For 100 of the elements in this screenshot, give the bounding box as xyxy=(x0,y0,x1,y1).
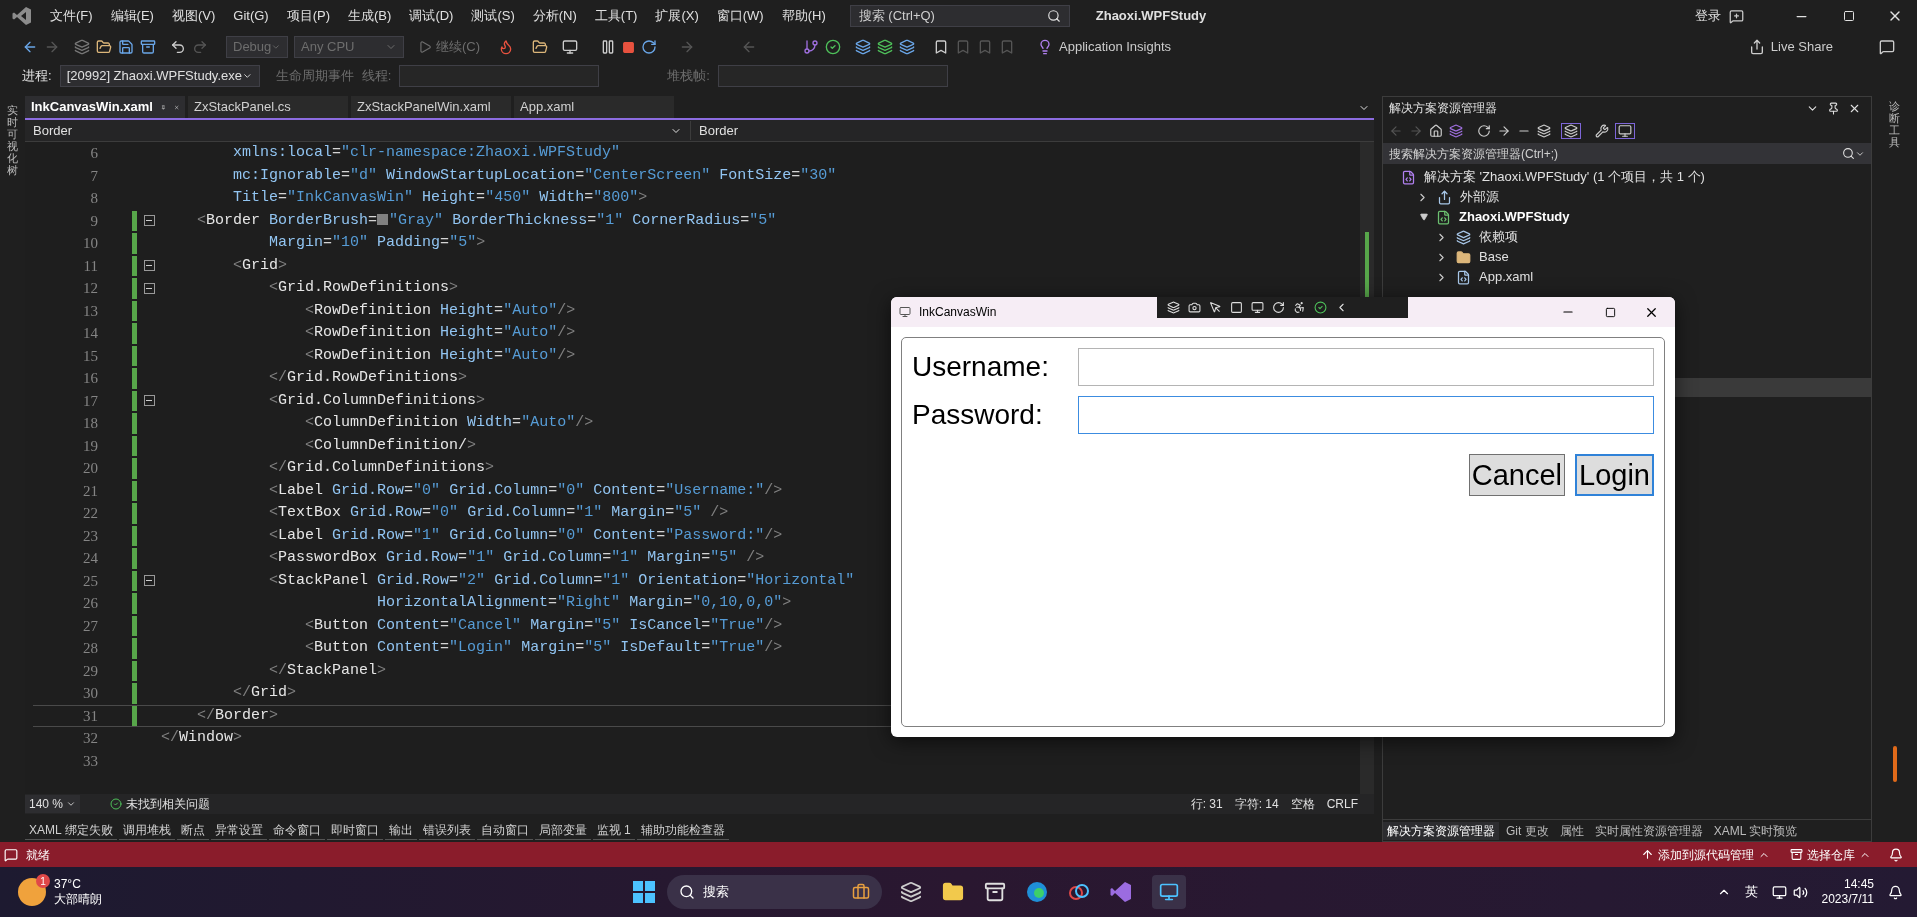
menu-item[interactable]: 调试(D) xyxy=(401,6,462,26)
tool-window-tab[interactable]: XAML 绑定失败 xyxy=(25,820,117,840)
feedback-icon[interactable] xyxy=(1879,39,1895,55)
indent-indicator[interactable]: 空格 xyxy=(1290,795,1315,813)
pin-icon[interactable] xyxy=(1827,101,1840,115)
preview-selected-toggle[interactable] xyxy=(1615,123,1635,139)
camera-icon[interactable] xyxy=(1188,301,1201,314)
input-field[interactable] xyxy=(1078,396,1654,434)
tree-item[interactable]: 解决方案 'Zhaoxi.WPFStudy' (1 个项目，共 1 个) xyxy=(1424,167,1705,187)
tool-window-tab[interactable]: 即时窗口 xyxy=(326,820,383,840)
clock-date[interactable]: 2023/7/11 xyxy=(1821,892,1874,907)
search-field[interactable]: 搜索 (Ctrl+Q) xyxy=(849,5,1070,27)
live-share-button[interactable]: Live Share xyxy=(1770,37,1833,57)
tool-window-tab[interactable]: 命令窗口 xyxy=(268,820,325,840)
dialog-button[interactable]: Login xyxy=(1575,454,1654,496)
panel-tab[interactable]: Git 更改 xyxy=(1502,821,1553,840)
stop-icon[interactable] xyxy=(622,40,636,54)
preview-toggle[interactable] xyxy=(1561,123,1581,139)
panel-tab[interactable]: 实时属性资源管理器 xyxy=(1590,821,1707,840)
start-icon[interactable] xyxy=(632,881,655,903)
panel-tab[interactable]: 解决方案资源管理器 xyxy=(1383,821,1499,840)
editor-tab[interactable]: App.xaml xyxy=(514,96,674,118)
sign-in-link[interactable]: 登录 xyxy=(1695,6,1721,26)
save-icon[interactable] xyxy=(118,39,134,55)
layers-icon[interactable] xyxy=(1167,301,1180,314)
select-repository-button[interactable]: 选择仓库 xyxy=(1807,845,1855,864)
tool-window-tab[interactable]: 错误列表 xyxy=(418,820,475,840)
home-icon[interactable] xyxy=(1429,124,1443,138)
active-app-icon[interactable] xyxy=(1151,875,1186,909)
member-dropdown[interactable]: Border xyxy=(690,120,1374,141)
back-icon[interactable] xyxy=(22,39,38,55)
open-folder-icon[interactable] xyxy=(96,39,112,55)
tree-item[interactable]: Base xyxy=(1479,247,1509,267)
restart-icon[interactable] xyxy=(641,39,658,55)
tool-window-tab[interactable]: 局部变量 xyxy=(534,820,591,840)
taskbar-search[interactable]: 搜索 xyxy=(666,875,882,909)
diagnostic-tools-tab[interactable]: 诊断工具 xyxy=(1889,100,1900,149)
scope-dropdown[interactable]: Border xyxy=(25,120,690,141)
tool-window-tab[interactable]: 自动窗口 xyxy=(476,820,533,840)
menu-item[interactable]: 扩展(X) xyxy=(647,6,707,26)
tree-item[interactable]: 外部源 xyxy=(1460,187,1499,207)
line-ending-indicator[interactable]: CRLF xyxy=(1326,795,1358,813)
file-explorer-icon[interactable] xyxy=(941,881,964,903)
visual-studio-icon[interactable] xyxy=(1109,881,1132,903)
tool-window-tab[interactable]: 断点 xyxy=(176,820,209,840)
editor-tab[interactable]: ZxStackPanelWin.xaml xyxy=(351,96,511,118)
branch-icon[interactable] xyxy=(803,39,820,55)
panel-tab[interactable]: 属性 xyxy=(1555,821,1588,840)
notifications-icon[interactable] xyxy=(1888,884,1903,900)
tree-item[interactable]: 依赖项 xyxy=(1479,227,1518,247)
volume-icon[interactable] xyxy=(1792,884,1808,900)
monitor-icon[interactable] xyxy=(1251,301,1264,314)
maximize-icon[interactable] xyxy=(1605,306,1616,318)
refresh-icon[interactable] xyxy=(1272,301,1285,314)
up-arrow-icon[interactable] xyxy=(1641,848,1654,861)
window-icon[interactable] xyxy=(562,39,579,55)
notifications-icon[interactable] xyxy=(1889,847,1903,862)
tool-window-tab[interactable]: 调用堆栈 xyxy=(118,820,175,840)
menu-item[interactable]: 窗口(W) xyxy=(708,6,772,26)
live-visual-tree-tab[interactable]: 实时可视化树 xyxy=(7,104,18,842)
input-language[interactable]: 英 xyxy=(1744,882,1758,902)
editor-tab[interactable]: ZxStackPanel.cs xyxy=(188,96,348,118)
add-to-source-control-button[interactable]: 添加到源代码管理 xyxy=(1658,845,1754,864)
menu-item[interactable]: 工具(T) xyxy=(586,6,646,26)
menu-item[interactable]: 视图(V) xyxy=(163,6,224,26)
stack-frame-field[interactable] xyxy=(717,65,948,87)
thread-field[interactable] xyxy=(399,65,600,87)
tree-item[interactable]: Zhaoxi.WPFStudy xyxy=(1459,207,1570,227)
share-icon[interactable] xyxy=(1748,39,1765,55)
colorful-app-icon[interactable] xyxy=(1067,881,1090,903)
browser-icon[interactable] xyxy=(1025,881,1048,903)
tool-window-tab[interactable]: 异常设置 xyxy=(210,820,267,840)
tool-window-tab[interactable]: 辅助功能检查器 xyxy=(636,820,729,840)
browse-icon[interactable] xyxy=(532,39,549,55)
search-field[interactable]: 搜索解决方案资源管理器(Ctrl+;) xyxy=(1383,143,1871,164)
expanded-icon[interactable] xyxy=(1420,213,1428,221)
repository-icon[interactable] xyxy=(1790,848,1803,861)
issues-status[interactable]: 未找到相关问题 xyxy=(126,795,210,813)
tool-window-tab[interactable]: 监视 1 xyxy=(592,820,635,840)
pointer-icon[interactable] xyxy=(1209,301,1222,314)
clock-time[interactable]: 14:45 xyxy=(1843,877,1874,892)
undo-icon[interactable] xyxy=(170,39,186,55)
dialog-button[interactable]: Cancel xyxy=(1468,454,1566,496)
menu-item[interactable]: 项目(P) xyxy=(278,6,339,26)
menu-item[interactable]: 编辑(E) xyxy=(102,6,162,26)
tool-window-tab[interactable]: 输出 xyxy=(384,820,417,840)
properties-icon[interactable] xyxy=(1595,124,1609,138)
square-icon[interactable] xyxy=(1230,301,1243,314)
menu-item[interactable]: 文件(F) xyxy=(42,6,101,26)
dropdown[interactable]: [20992] Zhaoxi.WPFStudy.exe xyxy=(59,65,260,87)
zoom-dropdown[interactable]: 140 % xyxy=(25,795,80,813)
insights-button[interactable]: Application Insights xyxy=(1059,37,1172,57)
menu-item[interactable]: 帮助(H) xyxy=(773,6,834,26)
menu-item[interactable]: 分析(N) xyxy=(524,6,585,26)
accessibility-icon[interactable] xyxy=(1293,301,1306,314)
menu-item[interactable]: 测试(S) xyxy=(463,6,523,26)
menu-item[interactable]: Git(G) xyxy=(225,6,277,26)
panel-tab[interactable]: XAML 实时预览 xyxy=(1709,821,1802,840)
input-field[interactable] xyxy=(1078,348,1654,386)
menu-item[interactable]: 生成(B) xyxy=(340,6,400,26)
